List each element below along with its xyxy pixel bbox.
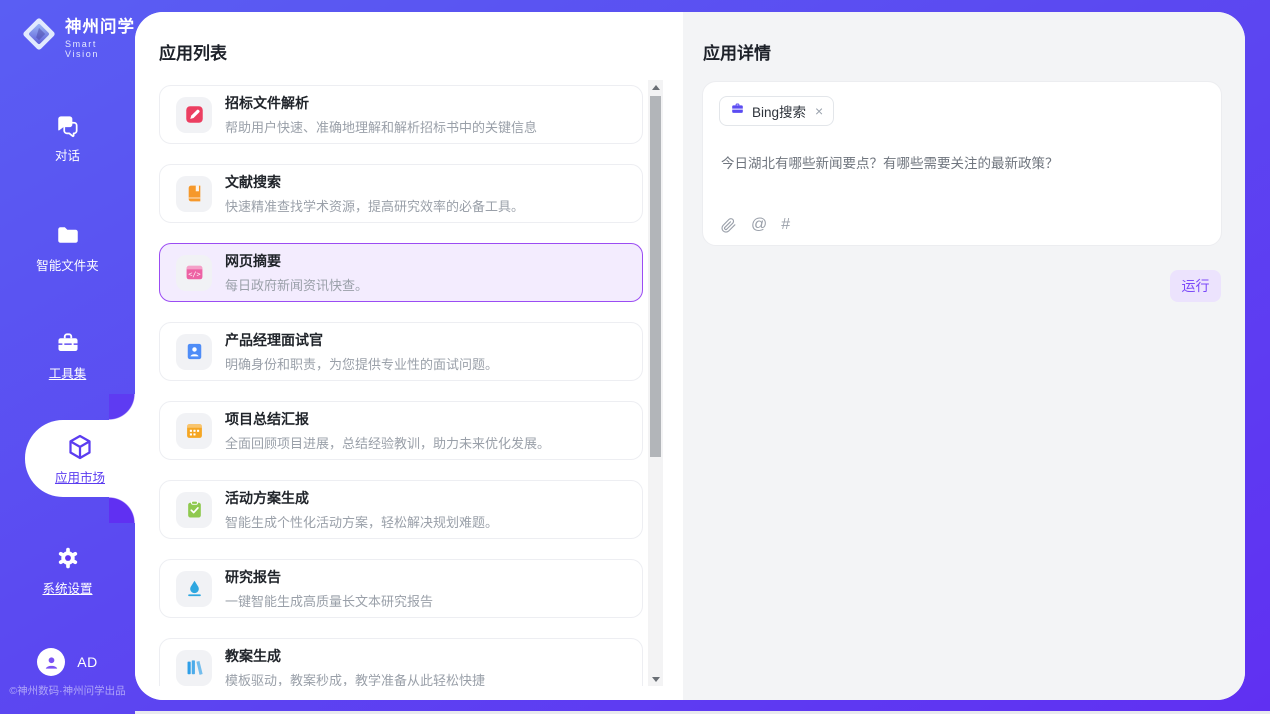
brand-diamond-icon (20, 15, 58, 58)
brand-logo: 神州问学 Smart Vision (20, 13, 135, 59)
app-item-desc: 一键智能生成高质量长文本研究报告 (225, 591, 433, 610)
app-item-icon: </> (176, 255, 212, 291)
tool-tag-label: Bing搜索 (752, 101, 806, 121)
app-item-title: 活动方案生成 (225, 488, 498, 508)
app-list: 招标文件解析 帮助用户快速、准确地理解和解析招标书中的关键信息 文献搜索 快速精… (135, 80, 683, 686)
app-item-icon (176, 176, 212, 212)
app-item-desc: 智能生成个性化活动方案，轻松解决规划难题。 (225, 512, 498, 531)
app-item-icon (176, 334, 212, 370)
app-item-title: 研究报告 (225, 567, 433, 587)
app-item-title: 网页摘要 (225, 251, 368, 271)
run-button[interactable]: 运行 (1170, 270, 1221, 302)
scrollbar-up-arrow-icon[interactable] (648, 80, 663, 94)
app-detail-panel: 应用详情 Bing搜索 × 今日湖北有哪些新闻要点？有哪些需要关注的最新政策？ … (683, 12, 1245, 700)
user-avatar-icon (37, 648, 65, 676)
app-item-desc: 模板驱动，教案秒成，教学准备从此轻松快捷 (225, 670, 485, 686)
chat-icon (55, 112, 81, 138)
user-initials: AD (77, 654, 97, 670)
app-item-title: 招标文件解析 (225, 93, 537, 113)
brand-name: 神州问学 (65, 13, 135, 37)
svg-text:</>: </> (188, 271, 200, 279)
app-item-icon (176, 571, 212, 607)
sidebar-item-label: 应用市场 (55, 467, 105, 486)
mention-icon[interactable]: @ (751, 216, 767, 234)
app-list-item[interactable]: 研究报告 一键智能生成高质量长文本研究报告 (159, 559, 643, 618)
app-item-icon (176, 97, 212, 133)
user-account[interactable]: AD (0, 648, 135, 676)
attachment-icon[interactable] (720, 217, 737, 234)
sidebar-item-label: 系统设置 (42, 578, 92, 597)
app-list-item[interactable]: </> 网页摘要 每日政府新闻资讯快查。 (159, 243, 643, 302)
brand-tagline: Smart Vision (65, 39, 135, 59)
scrollbar-thumb[interactable] (650, 96, 661, 457)
app-list-item[interactable]: 项目总结汇报 全面回顾项目进展，总结经验教训，助力未来优化发展。 (159, 401, 643, 460)
scrollbar-down-arrow-icon[interactable] (648, 672, 663, 686)
app-list-item[interactable]: 招标文件解析 帮助用户快速、准确地理解和解析招标书中的关键信息 (159, 85, 643, 144)
sidebar-item-chat[interactable]: 对话 (0, 112, 135, 164)
app-list-panel: 应用列表 招标文件解析 帮助用户快速、准确地理解和解析招标书中的关键信息 文献搜… (135, 12, 683, 700)
sidebar-item-folder[interactable]: 智能文件夹 (0, 222, 135, 274)
sidebar-item-toolbox[interactable]: 工具集 (0, 330, 135, 382)
main-content: 应用列表 招标文件解析 帮助用户快速、准确地理解和解析招标书中的关键信息 文献搜… (135, 12, 1245, 700)
app-item-desc: 快速精准查找学术资源，提高研究效率的必备工具。 (225, 196, 524, 215)
copyright-text: ©神州数码·神州问学出品 (0, 683, 135, 698)
toolbox-icon (55, 330, 81, 356)
sidebar-item-label: 智能文件夹 (36, 255, 99, 274)
sidebar-item-gear[interactable]: 系统设置 (0, 545, 135, 597)
app-item-desc: 每日政府新闻资讯快查。 (225, 275, 368, 294)
app-item-title: 项目总结汇报 (225, 409, 550, 429)
tool-tag-bing-search[interactable]: Bing搜索 × (719, 96, 834, 126)
prompt-card: Bing搜索 × 今日湖北有哪些新闻要点？有哪些需要关注的最新政策？ @ # (702, 81, 1222, 246)
sidebar-item-cube[interactable]: 应用市场 (25, 420, 135, 497)
app-item-desc: 帮助用户快速、准确地理解和解析招标书中的关键信息 (225, 117, 537, 136)
cube-icon (65, 432, 95, 462)
briefcase-icon (730, 101, 745, 121)
app-item-desc: 全面回顾项目进展，总结经验教训，助力未来优化发展。 (225, 433, 550, 452)
app-item-title: 产品经理面试官 (225, 330, 498, 350)
app-item-icon (176, 413, 212, 449)
folder-icon (55, 222, 81, 248)
sidebar-item-label: 工具集 (49, 363, 87, 382)
tag-close-icon[interactable]: × (813, 104, 823, 118)
app-list-scrollbar[interactable] (648, 80, 663, 686)
topic-icon[interactable]: # (781, 216, 790, 234)
app-item-title: 文献搜索 (225, 172, 524, 192)
app-list-item[interactable]: 活动方案生成 智能生成个性化活动方案，轻松解决规划难题。 (159, 480, 643, 539)
app-list-item[interactable]: 产品经理面试官 明确身份和职责，为您提供专业性的面试问题。 (159, 322, 643, 381)
sidebar-item-label: 对话 (55, 145, 80, 164)
sidebar: 神州问学 Smart Vision 对话智能文件夹工具集应用市场系统设置 AD … (0, 0, 135, 714)
app-detail-title: 应用详情 (703, 39, 771, 64)
app-list-item[interactable]: 文献搜索 快速精准查找学术资源，提高研究效率的必备工具。 (159, 164, 643, 223)
app-item-desc: 明确身份和职责，为您提供专业性的面试问题。 (225, 354, 498, 373)
app-list-item[interactable]: 教案生成 模板驱动，教案秒成，教学准备从此轻松快捷 (159, 638, 643, 686)
app-item-icon (176, 492, 212, 528)
app-item-title: 教案生成 (225, 646, 485, 666)
app-list-title: 应用列表 (159, 39, 227, 64)
gear-icon (55, 545, 81, 571)
app-item-icon (176, 650, 212, 686)
prompt-input[interactable]: 今日湖北有哪些新闻要点？有哪些需要关注的最新政策？ (721, 152, 1203, 172)
